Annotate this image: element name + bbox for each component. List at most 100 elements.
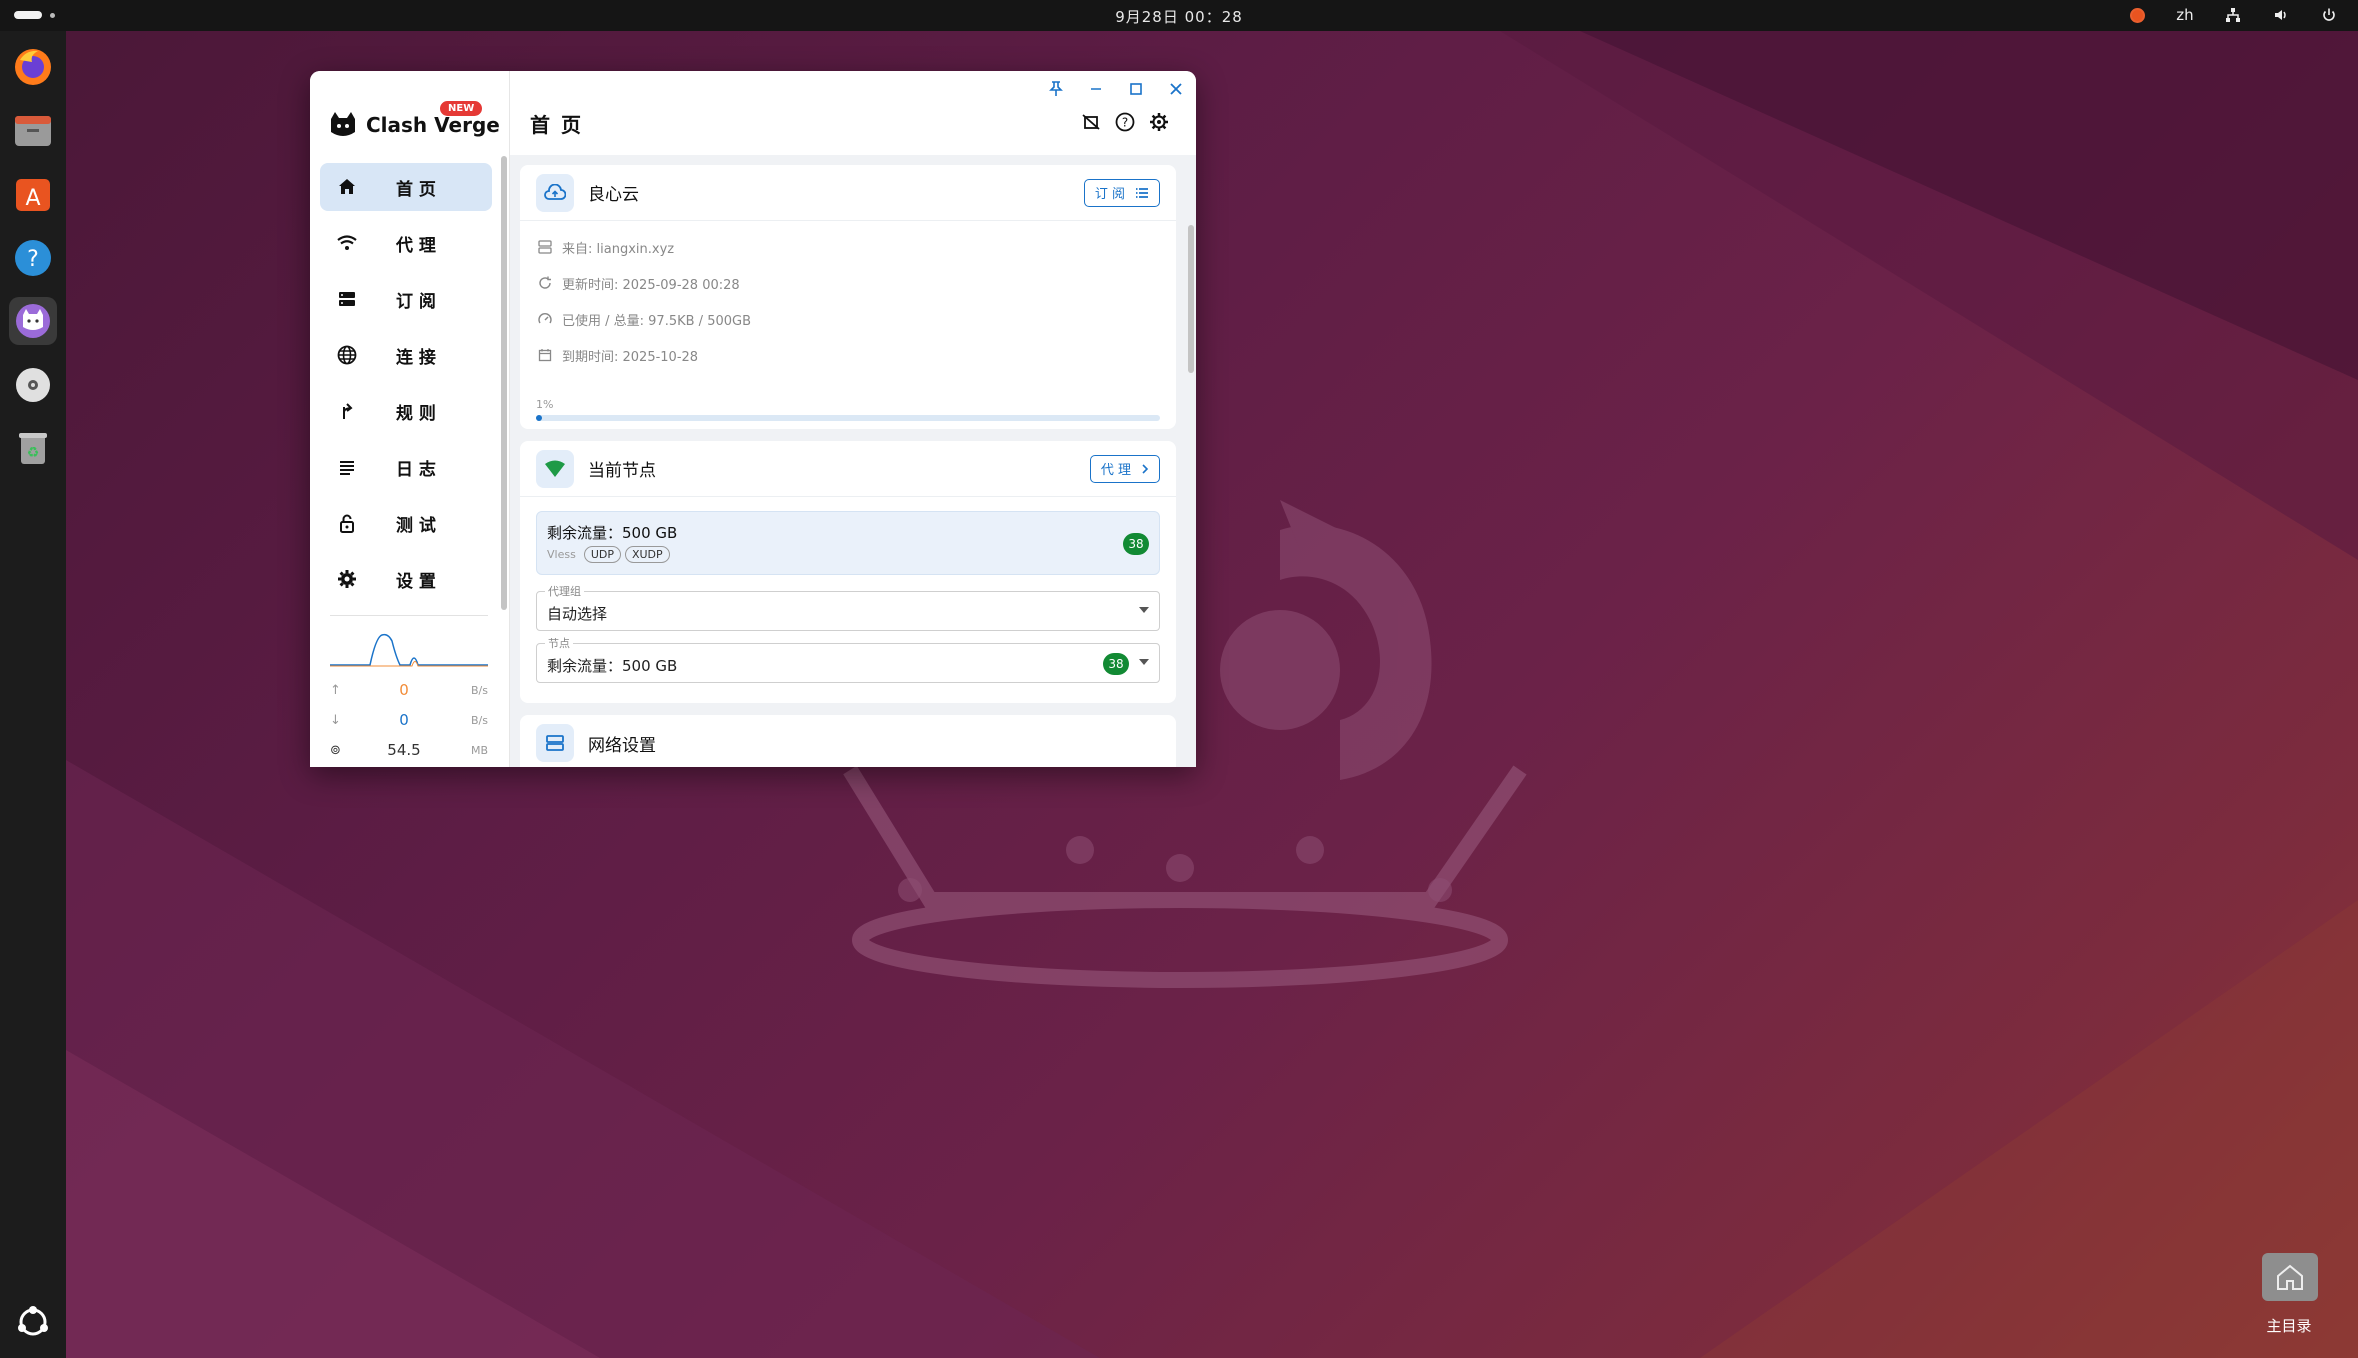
download-speed: ↓ 0 B/s	[330, 709, 488, 731]
clash-verge-dock-icon[interactable]	[9, 297, 57, 345]
sidebar-item-rules[interactable]: 规 则	[320, 387, 492, 435]
usage-progress-fill	[536, 415, 543, 421]
pin-icon[interactable]	[1046, 77, 1066, 101]
sidebar-item-label: 设 置	[396, 571, 436, 592]
dropdown-arrow-icon	[1139, 607, 1149, 613]
home-folder-icon	[2262, 1253, 2318, 1301]
dock: A ? ♻	[0, 31, 66, 1358]
system-tray[interactable]: zh	[2128, 5, 2338, 25]
chevron-right-icon	[1142, 463, 1149, 474]
memory-usage: ⊚ 54.5 MB	[330, 739, 488, 761]
language-indicator[interactable]: zh	[2176, 5, 2194, 25]
show-apps-icon[interactable]	[9, 1298, 57, 1346]
power-icon[interactable]	[2320, 5, 2338, 25]
cat-logo-icon	[331, 112, 355, 136]
usage-percent: 1%	[536, 398, 554, 411]
arrow-up-icon: ↑	[330, 682, 341, 698]
files-icon[interactable]	[9, 106, 57, 154]
close-icon[interactable]	[1166, 77, 1186, 101]
profile-usage-row: 已使用 / 总量: 97.5KB / 500GB	[520, 301, 1176, 337]
home-icon	[336, 176, 358, 198]
storage-icon	[336, 288, 358, 310]
calendar-icon	[536, 348, 554, 362]
network-settings-card: 网络设置	[520, 715, 1176, 767]
refresh-icon	[536, 276, 554, 290]
network-settings-header: 网络设置	[520, 715, 1176, 767]
profile-updated-row: 更新时间: 2025-09-28 00:28	[520, 265, 1176, 301]
traffic-graph[interactable]	[330, 627, 488, 669]
gear-icon	[336, 568, 358, 590]
firefox-icon[interactable]	[9, 43, 57, 91]
svg-text:A: A	[25, 186, 40, 211]
node-name: 剩余流量：500 GB	[547, 524, 678, 542]
usage-progress-bar	[536, 415, 1160, 421]
download-unit: B/s	[471, 713, 488, 727]
node-delay-badge[interactable]: 38	[1103, 653, 1129, 675]
svg-text:♻: ♻	[27, 445, 40, 461]
window-controls	[1046, 77, 1186, 101]
download-value: 0	[399, 711, 409, 729]
page-title: 首 页	[530, 113, 583, 137]
signal-icon	[536, 449, 574, 488]
sidebar-item-settings[interactable]: 设 置	[320, 555, 492, 603]
header-actions: ?	[1080, 111, 1170, 133]
network-icon[interactable]	[2224, 5, 2242, 25]
chip-xudp: XUDP	[624, 546, 670, 563]
sidebar-nav: 首 页 代 理 订 阅 连 接 规 则 日 志 测 试 设 置	[320, 163, 492, 611]
current-node-item[interactable]: 剩余流量：500 GB Vless UDP XUDP 38	[536, 511, 1160, 575]
lock-icon	[336, 512, 358, 534]
current-node-header: 当前节点 代 理	[520, 441, 1176, 497]
ubuntu-pro-icon[interactable]	[2128, 5, 2146, 25]
node-value: 剩余流量：500 GB	[547, 657, 678, 675]
node-type: Vless	[547, 548, 576, 561]
wifi-icon	[336, 232, 358, 254]
help-icon[interactable]: ?	[9, 234, 57, 282]
clock[interactable]: 9月28日 00：28	[0, 6, 2358, 27]
help-circle-icon[interactable]: ?	[1114, 111, 1136, 133]
app-center-icon[interactable]: A	[9, 170, 57, 218]
sidebar-item-connections[interactable]: 连 接	[320, 331, 492, 379]
proxy-group-select[interactable]: 代理组 自动选择	[536, 583, 1160, 631]
sidebar-item-proxy[interactable]: 代 理	[320, 219, 492, 267]
sidebar-item-label: 首 页	[396, 179, 436, 200]
subscription-button[interactable]: 订 阅	[1083, 178, 1160, 207]
maximize-icon[interactable]	[1126, 77, 1146, 101]
main-scrollbar[interactable]	[1188, 225, 1194, 373]
proxy-group-value: 自动选择	[547, 605, 608, 623]
profile-from-row: 来自: liangxin.xyz	[520, 229, 1176, 265]
network-settings-title: 网络设置	[588, 735, 656, 756]
volume-icon[interactable]	[2272, 5, 2290, 25]
cloud-upload-icon	[536, 173, 574, 212]
node-select[interactable]: 节点 剩余流量：500 GB 38	[536, 635, 1160, 683]
dns-icon	[536, 724, 574, 762]
memory-value: 54.5	[387, 741, 421, 759]
node-meta: Vless UDP XUDP	[547, 546, 670, 563]
profile-title: 良心云	[588, 185, 639, 205]
sidebar-item-label: 规 则	[396, 403, 436, 424]
minimize-icon[interactable]	[1086, 77, 1106, 101]
home-folder-label: 主目录	[2266, 1317, 2312, 1335]
sidebar-item-home[interactable]: 首 页	[320, 163, 492, 211]
disc-icon[interactable]	[9, 361, 57, 409]
profile-usage: 已使用 / 总量: 97.5KB / 500GB	[562, 313, 751, 329]
sidebar-item-logs[interactable]: 日 志	[320, 443, 492, 491]
speed-icon	[536, 312, 554, 326]
layout-edit-icon[interactable]	[1080, 111, 1102, 133]
settings-gear-icon[interactable]	[1148, 111, 1170, 133]
svg-text:?: ?	[1122, 116, 1128, 130]
sidebar-item-label: 测 试	[396, 515, 436, 536]
sidebar-scrollbar[interactable]	[501, 156, 507, 610]
profile-expire: 到期时间: 2025-10-28	[562, 349, 699, 365]
trash-icon[interactable]: ♻	[9, 424, 57, 472]
list-icon	[336, 456, 358, 478]
home-folder-shortcut[interactable]: 主目录	[2244, 1253, 2324, 1343]
node-legend: 节点	[545, 635, 573, 651]
sidebar-item-subscription[interactable]: 订 阅	[320, 275, 492, 323]
svg-text:?: ?	[27, 247, 39, 272]
profile-card-header: 良心云 订 阅	[520, 165, 1176, 221]
arrow-down-icon: ↓	[330, 712, 341, 728]
delay-badge[interactable]: 38	[1123, 533, 1149, 555]
proxy-button[interactable]: 代 理	[1089, 454, 1160, 483]
proxy-group-legend: 代理组	[545, 583, 584, 599]
sidebar-item-test[interactable]: 测 试	[320, 499, 492, 547]
